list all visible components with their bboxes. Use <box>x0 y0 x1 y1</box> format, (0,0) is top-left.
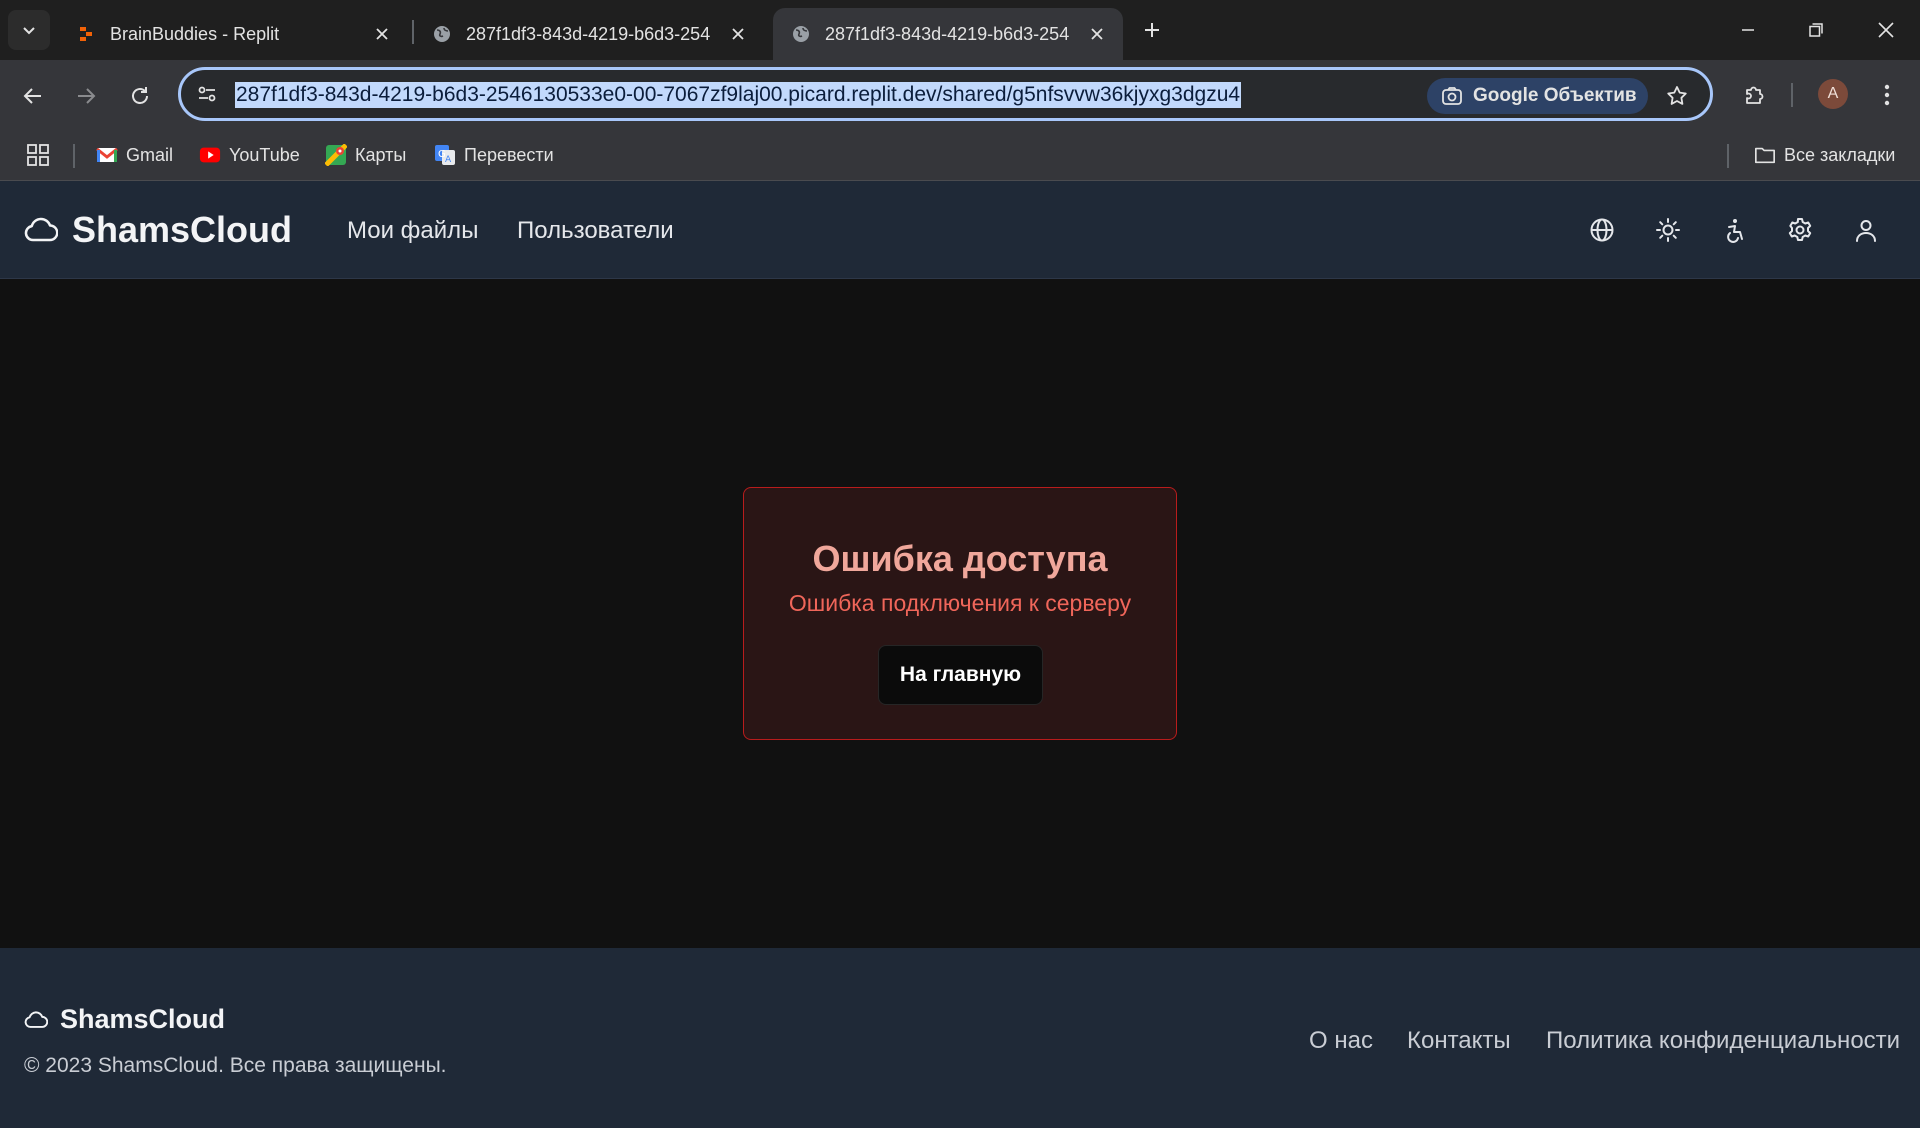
new-tab-button[interactable] <box>1138 12 1166 48</box>
footer-brand-name: ShamsCloud <box>60 1004 226 1034</box>
minimize-button[interactable] <box>1714 0 1782 60</box>
browser-chrome: BrainBuddies - Replit 287f1df3-843d-4219… <box>0 0 1920 181</box>
chevron-down-icon <box>23 27 35 35</box>
restore-icon <box>1809 23 1823 37</box>
brand-logo-link[interactable]: ShamsCloud <box>24 209 292 251</box>
cloud-icon <box>24 217 58 242</box>
bookmarks-bar: Gmail YouTube Карты GA Перевести Все зак… <box>0 130 1920 181</box>
accessibility-button[interactable] <box>1719 215 1749 245</box>
globe-icon <box>791 24 811 44</box>
bookmark-translate[interactable]: GA Перевести <box>434 140 554 170</box>
more-vertical-icon <box>1884 84 1890 106</box>
user-icon <box>1856 220 1876 242</box>
back-button[interactable] <box>13 76 53 116</box>
close-window-button[interactable] <box>1852 0 1920 60</box>
maps-icon <box>325 144 347 166</box>
extensions-button[interactable] <box>1734 75 1774 115</box>
plus-icon <box>1145 23 1159 37</box>
arrow-left-icon <box>23 88 41 104</box>
translate-icon: GA <box>434 144 456 166</box>
profile-avatar[interactable]: A <box>1818 79 1848 109</box>
close-icon[interactable] <box>1085 22 1109 46</box>
apps-grid-icon <box>27 144 49 166</box>
bookmark-label: Карты <box>355 144 407 165</box>
bookmark-label: YouTube <box>229 144 300 165</box>
accessibility-icon <box>1727 219 1743 243</box>
bookmark-star-button[interactable] <box>1661 80 1693 112</box>
lens-icon <box>1442 87 1462 105</box>
footer-brand: ShamsCloud <box>24 1004 225 1035</box>
error-card: Ошибка доступа Ошибка подключения к серв… <box>743 487 1177 740</box>
minimize-icon <box>1742 29 1754 31</box>
toolbar-separator <box>1791 83 1793 107</box>
go-home-button[interactable]: На главную <box>878 645 1043 705</box>
main-content: Ошибка доступа Ошибка подключения к серв… <box>0 279 1920 948</box>
puzzle-icon <box>1746 86 1764 104</box>
google-lens-button[interactable]: Google Объектив <box>1427 78 1648 114</box>
error-message: Ошибка подключения к серверу <box>788 590 1132 616</box>
bookmark-label: Перевести <box>464 144 554 165</box>
tab-search-button[interactable] <box>8 10 50 50</box>
gear-icon <box>1788 218 1812 241</box>
bookmark-label: Gmail <box>126 144 174 165</box>
bookmark-gmail[interactable]: Gmail <box>96 140 173 170</box>
nav-users[interactable]: Пользователи <box>517 217 674 245</box>
footer-link-about[interactable]: О нас <box>1309 1027 1373 1055</box>
app-footer: ShamsCloud © 2023 ShamsCloud. Все права … <box>0 948 1920 1128</box>
close-icon[interactable] <box>370 22 394 46</box>
gmail-icon <box>96 144 118 166</box>
tab-shared-active[interactable]: 287f1df3-843d-4219-b6d3-254 <box>773 8 1123 60</box>
tab-shared-1[interactable]: 287f1df3-843d-4219-b6d3-254 <box>414 8 764 60</box>
youtube-icon <box>199 144 221 166</box>
reload-button[interactable] <box>120 76 160 116</box>
browser-menu-button[interactable] <box>1867 75 1907 115</box>
all-bookmarks-label: Все закладки <box>1784 144 1896 165</box>
globe-icon <box>432 24 452 44</box>
arrow-right-icon <box>78 88 96 104</box>
browser-toolbar: 287f1df3-843d-4219-b6d3-2546130533e0-00-… <box>0 60 1920 130</box>
bookmark-separator <box>1727 144 1729 168</box>
tab-brainbuddies[interactable]: BrainBuddies - Replit <box>58 8 408 60</box>
bookmark-separator <box>73 144 75 168</box>
copyright-text: © 2023 ShamsCloud. Все права защищены. <box>24 1054 447 1077</box>
restore-button[interactable] <box>1782 0 1850 60</box>
close-icon <box>1878 22 1894 38</box>
bookmark-maps[interactable]: Карты <box>325 140 406 170</box>
apps-button[interactable] <box>26 140 50 170</box>
svg-text:A: A <box>445 155 452 165</box>
star-icon <box>1667 86 1687 105</box>
site-settings-icon[interactable] <box>195 82 219 106</box>
tab-title: 287f1df3-843d-4219-b6d3-254 <box>466 23 711 44</box>
footer-link-contacts[interactable]: Контакты <box>1407 1027 1511 1055</box>
bookmark-youtube[interactable]: YouTube <box>199 140 300 170</box>
user-profile-button[interactable] <box>1851 215 1881 245</box>
cloud-icon <box>24 1010 48 1028</box>
tab-strip: BrainBuddies - Replit 287f1df3-843d-4219… <box>0 0 1920 60</box>
sun-icon <box>1656 218 1680 242</box>
app-header: ShamsCloud Мои файлы Пользователи <box>0 181 1920 279</box>
error-title: Ошибка доступа <box>812 538 1108 579</box>
globe-icon <box>1590 218 1614 242</box>
lens-label: Google Объектив <box>1473 85 1637 106</box>
address-bar[interactable]: 287f1df3-843d-4219-b6d3-2546130533e0-00-… <box>178 67 1713 121</box>
url-text[interactable]: 287f1df3-843d-4219-b6d3-2546130533e0-00-… <box>235 82 1242 108</box>
replit-icon <box>76 24 96 44</box>
tab-title: 287f1df3-843d-4219-b6d3-254 <box>825 23 1070 44</box>
folder-icon <box>1754 144 1776 166</box>
forward-button[interactable] <box>66 76 106 116</box>
all-bookmarks-button[interactable]: Все закладки <box>1754 140 1895 170</box>
reload-icon <box>132 87 148 104</box>
language-button[interactable] <box>1587 215 1617 245</box>
close-icon[interactable] <box>726 22 750 46</box>
footer-link-privacy[interactable]: Политика конфиденциальности <box>1546 1027 1900 1055</box>
theme-toggle-button[interactable] <box>1653 215 1683 245</box>
nav-my-files[interactable]: Мои файлы <box>347 217 478 245</box>
brand-name: ShamsCloud <box>72 209 293 250</box>
tab-title: BrainBuddies - Replit <box>110 23 280 44</box>
settings-button[interactable] <box>1785 215 1815 245</box>
